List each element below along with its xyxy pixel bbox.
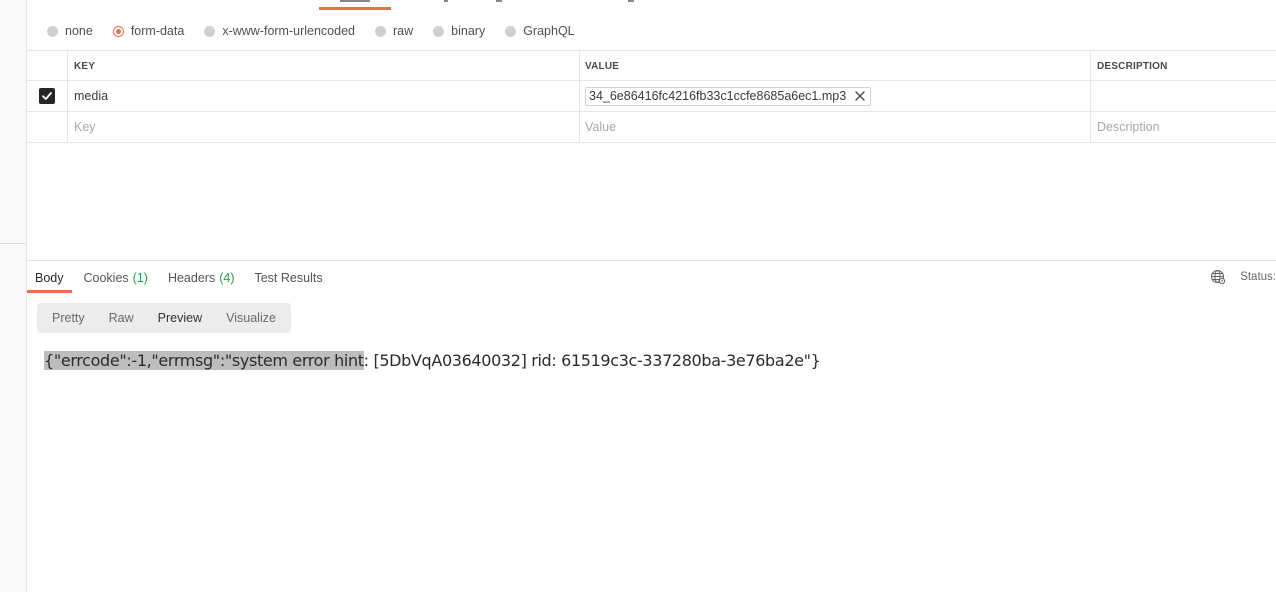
radio-label: x-www-form-urlencoded	[222, 24, 355, 38]
radio-raw[interactable]: raw	[375, 24, 413, 38]
radio-label: GraphQL	[523, 24, 575, 38]
tab-label: Test Results	[254, 270, 323, 285]
row-value-cell[interactable]: 34_6e86416fc4216fb33c1ccfe8685a6ec1.mp3	[580, 81, 1091, 111]
view-mode-visualize[interactable]: Visualize	[214, 306, 288, 330]
clipped-tab-label	[340, 0, 370, 2]
column-header-value: VALUE	[585, 60, 620, 72]
row-key-text: media	[74, 89, 109, 103]
tab-count-badge: (4)	[219, 270, 235, 285]
tab-body[interactable]: Body	[27, 262, 72, 293]
radio-form-data[interactable]: form-data	[112, 24, 185, 38]
tab-label: Cookies	[83, 270, 129, 285]
remove-file-icon[interactable]	[854, 90, 866, 102]
table-row: media 34_6e86416fc4216fb33c1ccfe8685a6ec…	[27, 81, 1276, 112]
response-body-preview[interactable]: {"errcode":-1,"errmsg":"system error hin…	[44, 351, 821, 370]
tab-headers[interactable]: Headers (4)	[160, 262, 243, 293]
globe-icon[interactable]	[1210, 269, 1226, 285]
row-checkbox-cell	[27, 112, 68, 142]
new-description-input[interactable]: Description	[1091, 112, 1276, 142]
radio-button-icon[interactable]	[433, 25, 445, 37]
response-status-area: Status:	[1210, 268, 1276, 286]
radio-label: form-data	[130, 24, 185, 38]
row-key-cell[interactable]: media	[68, 81, 580, 111]
header-key-cell: KEY	[68, 51, 580, 81]
active-request-tab-indicator	[319, 7, 391, 10]
radio-button-icon[interactable]	[375, 25, 386, 37]
radio-x-www-form-urlencoded[interactable]: x-www-form-urlencoded	[204, 24, 355, 38]
checkbox-checked-icon[interactable]	[39, 88, 55, 104]
tab-label: Headers	[167, 270, 216, 285]
radio-graphql[interactable]: GraphQL	[505, 24, 575, 38]
radio-none[interactable]: none	[47, 24, 93, 38]
body-type-selector: none form-data x-www-form-urlencoded raw…	[47, 22, 595, 40]
response-tabs: Body Cookies (1) Headers (4) Test Result…	[27, 262, 335, 293]
key-placeholder: Key	[74, 120, 96, 134]
left-sidebar-rail	[0, 0, 27, 592]
view-mode-preview[interactable]: Preview	[146, 306, 214, 330]
tab-label: Body	[35, 270, 64, 285]
radio-button-selected-icon[interactable]	[112, 25, 124, 37]
new-value-input[interactable]: Value	[580, 112, 1091, 142]
status-label: Status:	[1240, 271, 1276, 283]
radio-button-icon[interactable]	[505, 25, 517, 37]
header-value-cell: VALUE	[580, 51, 1091, 81]
radio-button-icon[interactable]	[204, 25, 216, 37]
response-view-mode-switcher: Pretty Raw Preview Visualize	[37, 303, 291, 333]
clipped-tab-label	[628, 0, 634, 2]
column-header-description: DESCRIPTION	[1097, 60, 1168, 72]
description-placeholder: Description	[1097, 120, 1160, 134]
selected-response-text: {"errcode":-1,"errmsg":"system error hin…	[44, 351, 364, 370]
column-header-key: KEY	[74, 60, 96, 72]
view-mode-raw[interactable]: Raw	[97, 306, 146, 330]
new-key-input[interactable]: Key	[68, 112, 580, 142]
radio-label: none	[65, 24, 93, 38]
radio-button-icon[interactable]	[47, 25, 58, 37]
value-placeholder: Value	[585, 120, 617, 134]
row-description-cell[interactable]	[1091, 81, 1276, 111]
tab-test-results[interactable]: Test Results	[246, 262, 330, 293]
response-text: : [5DbVqA03640032] rid: 61519c3c-337280b…	[363, 351, 821, 370]
clipped-tab-label	[444, 0, 448, 2]
file-name: 34_6e86416fc4216fb33c1ccfe8685a6ec1.mp3	[589, 89, 847, 103]
header-description-cell: DESCRIPTION	[1091, 51, 1276, 81]
selected-file-chip: 34_6e86416fc4216fb33c1ccfe8685a6ec1.mp3	[585, 86, 872, 106]
table-header-row: KEY VALUE DESCRIPTION	[27, 50, 1276, 81]
radio-label: raw	[393, 24, 414, 38]
row-checkbox-cell	[27, 81, 68, 111]
header-checkbox-cell	[27, 51, 68, 81]
tab-count-badge: (1)	[132, 270, 148, 285]
clipped-tab-label	[496, 0, 502, 2]
view-mode-pretty[interactable]: Pretty	[40, 306, 97, 330]
radio-binary[interactable]: binary	[433, 24, 485, 38]
table-row-new: Key Value Description	[27, 112, 1276, 143]
rail-divider	[0, 243, 26, 244]
response-pane-divider[interactable]	[27, 260, 1276, 261]
form-data-table: KEY VALUE DESCRIPTION media 34_6e86416fc…	[27, 50, 1276, 143]
radio-label: binary	[451, 24, 486, 38]
tab-cookies[interactable]: Cookies (1)	[76, 262, 156, 293]
